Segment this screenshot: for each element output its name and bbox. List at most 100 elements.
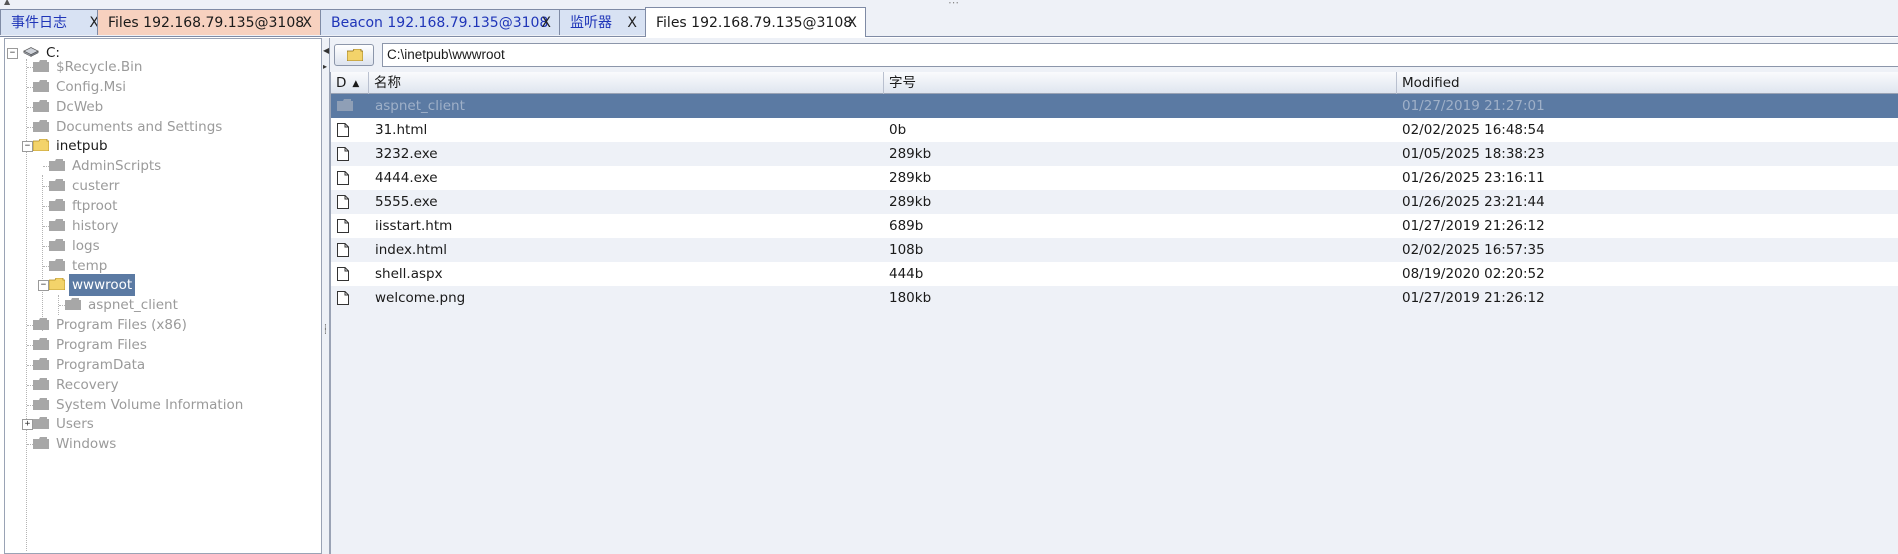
- tree-item-label: AdminScripts: [72, 158, 162, 174]
- tree-item-label: wwwroot: [69, 274, 136, 296]
- file-modified: 01/27/2019 21:26:12: [1402, 218, 1545, 234]
- tree-item-inetpub[interactable]: inetpub: [33, 135, 111, 157]
- file-modified: 01/26/2025 23:21:44: [1402, 194, 1545, 210]
- column-header-name[interactable]: 名称: [369, 72, 884, 94]
- tree-item-label: $Recycle.Bin: [56, 59, 143, 75]
- table-row[interactable]: 31.html 0b 02/02/2025 16:48:54: [331, 118, 1898, 142]
- tree-guide-line: [42, 175, 43, 331]
- file-icon: [337, 123, 349, 137]
- file-name: 31.html: [375, 122, 428, 138]
- tree-item-label: Recovery: [56, 377, 119, 393]
- file-size: 289kb: [889, 146, 932, 162]
- tree-item-config-msi[interactable]: Config.Msi: [33, 76, 129, 98]
- inetpub-collapse-toggle[interactable]: −: [22, 141, 33, 152]
- table-header: D ▲ 名称 字号 Modified: [331, 72, 1898, 94]
- column-label: Modified: [1402, 75, 1460, 91]
- folder-icon: [33, 120, 49, 132]
- file-icon: [337, 267, 349, 281]
- tree-item-ftproot[interactable]: ftproot: [49, 195, 120, 217]
- tree-item-label: ProgramData: [56, 357, 146, 373]
- tree-item-programdata[interactable]: ProgramData: [33, 354, 148, 376]
- column-header-d[interactable]: D ▲: [331, 72, 369, 94]
- tab-beacon[interactable]: Beacon 192.168.79.135@3108 X: [320, 9, 560, 35]
- tree-item-label: logs: [72, 238, 100, 254]
- file-size: 689b: [889, 218, 924, 234]
- tree-item-wwwroot[interactable]: wwwroot: [49, 274, 136, 296]
- table-row[interactable]: 5555.exe 289kb 01/26/2025 23:21:44: [331, 190, 1898, 214]
- tree-item-logs[interactable]: logs: [49, 235, 103, 257]
- panel-splitter[interactable]: ◀ ▸ ⁞ ⁞: [322, 38, 330, 554]
- folder-icon: [49, 179, 65, 191]
- tab-label: Files 192.168.79.135@3108: [108, 15, 305, 31]
- file-modified: 08/19/2020 02:20:52: [1402, 266, 1545, 282]
- file-name: shell.aspx: [375, 266, 443, 282]
- tree-item-windows[interactable]: Windows: [33, 433, 119, 455]
- collapse-left-arrow-icon[interactable]: ◀: [323, 46, 329, 55]
- table-row[interactable]: 4444.exe 289kb 01/26/2025 23:16:11: [331, 166, 1898, 190]
- table-row[interactable]: iisstart.htm 689b 01/27/2019 21:26:12: [331, 214, 1898, 238]
- folder-icon: [33, 417, 49, 429]
- tab-close-button[interactable]: X: [302, 10, 312, 36]
- tab-label: Beacon 192.168.79.135@3108: [331, 15, 549, 31]
- folder-icon: [49, 159, 65, 171]
- file-modified: 01/26/2025 23:16:11: [1402, 170, 1545, 186]
- file-size: 108b: [889, 242, 924, 258]
- folder-icon: [33, 437, 49, 449]
- tree-item-adminscripts[interactable]: AdminScripts: [49, 155, 164, 177]
- table-row[interactable]: shell.aspx 444b 08/19/2020 02:20:52: [331, 262, 1898, 286]
- folder-icon: [49, 199, 65, 211]
- file-icon: [337, 171, 349, 185]
- table-row[interactable]: 3232.exe 289kb 01/05/2025 18:38:23: [331, 142, 1898, 166]
- file-icon: [337, 243, 349, 257]
- table-row[interactable]: aspnet_client 01/27/2019 21:27:01: [331, 94, 1898, 118]
- tab-event-log[interactable]: 事件日志 X: [0, 9, 108, 35]
- tree-item-aspnet-client[interactable]: aspnet_client: [65, 294, 181, 316]
- file-name: index.html: [375, 242, 447, 258]
- collapse-right-arrow-icon[interactable]: ▸: [323, 62, 327, 71]
- tree-guide-line: [26, 59, 27, 551]
- browse-folder-button[interactable]: [334, 44, 374, 66]
- table-row[interactable]: welcome.png 180kb 01/27/2019 21:26:12: [331, 286, 1898, 310]
- tree-item-users[interactable]: Users: [33, 413, 97, 435]
- file-name: 5555.exe: [375, 194, 438, 210]
- file-icon: [337, 195, 349, 209]
- root-collapse-toggle[interactable]: −: [7, 48, 18, 59]
- tree-item-program-files[interactable]: Program Files: [33, 334, 150, 356]
- tab-close-button[interactable]: X: [541, 10, 551, 36]
- tree-item-label: Program Files: [56, 337, 147, 353]
- column-header-modified[interactable]: Modified: [1397, 72, 1898, 94]
- file-size: 289kb: [889, 194, 932, 210]
- folder-icon: [49, 239, 65, 251]
- folder-icon: [33, 60, 49, 72]
- tree-item-label: inetpub: [56, 138, 108, 154]
- tree-item-dcweb[interactable]: DcWeb: [33, 96, 106, 118]
- folder-icon: [33, 100, 49, 112]
- tab-close-button[interactable]: X: [847, 8, 857, 38]
- tree-item-recovery[interactable]: Recovery: [33, 374, 122, 396]
- column-header-size[interactable]: 字号: [884, 72, 1397, 94]
- tree-item-recycle-bin[interactable]: $Recycle.Bin: [33, 56, 145, 78]
- column-label: 名称: [374, 75, 401, 91]
- tab-listeners[interactable]: 监听器 X: [559, 9, 646, 35]
- file-icon: [337, 147, 349, 161]
- tab-close-button[interactable]: X: [627, 10, 637, 36]
- tab-files-active[interactable]: Files 192.168.79.135@3108 X: [645, 7, 866, 37]
- tab-files-1[interactable]: Files 192.168.79.135@3108 X: [97, 9, 321, 35]
- tab-label: Files 192.168.79.135@3108: [656, 15, 853, 31]
- file-name: 4444.exe: [375, 170, 438, 186]
- file-name: aspnet_client: [375, 98, 465, 114]
- tree-item-history[interactable]: history: [49, 215, 121, 237]
- users-expand-toggle[interactable]: +: [22, 419, 33, 430]
- table-row[interactable]: index.html 108b 02/02/2025 16:57:35: [331, 238, 1898, 262]
- tab-label: 事件日志: [11, 15, 67, 31]
- tree-item-label: custerr: [72, 178, 120, 194]
- wwwroot-collapse-toggle[interactable]: −: [38, 280, 49, 291]
- tree-item-program-files-x86[interactable]: Program Files (x86): [33, 314, 190, 336]
- folder-icon: [347, 49, 363, 61]
- path-input[interactable]: C:\inetpub\wwwroot: [382, 43, 1898, 67]
- tree-item-custerr[interactable]: custerr: [49, 175, 122, 197]
- tab-bar: 事件日志 X Files 192.168.79.135@3108 X Beaco…: [0, 6, 1898, 37]
- folder-icon: [33, 398, 49, 410]
- file-modified: 01/05/2025 18:38:23: [1402, 146, 1545, 162]
- tree-item-label: ftproot: [72, 198, 118, 214]
